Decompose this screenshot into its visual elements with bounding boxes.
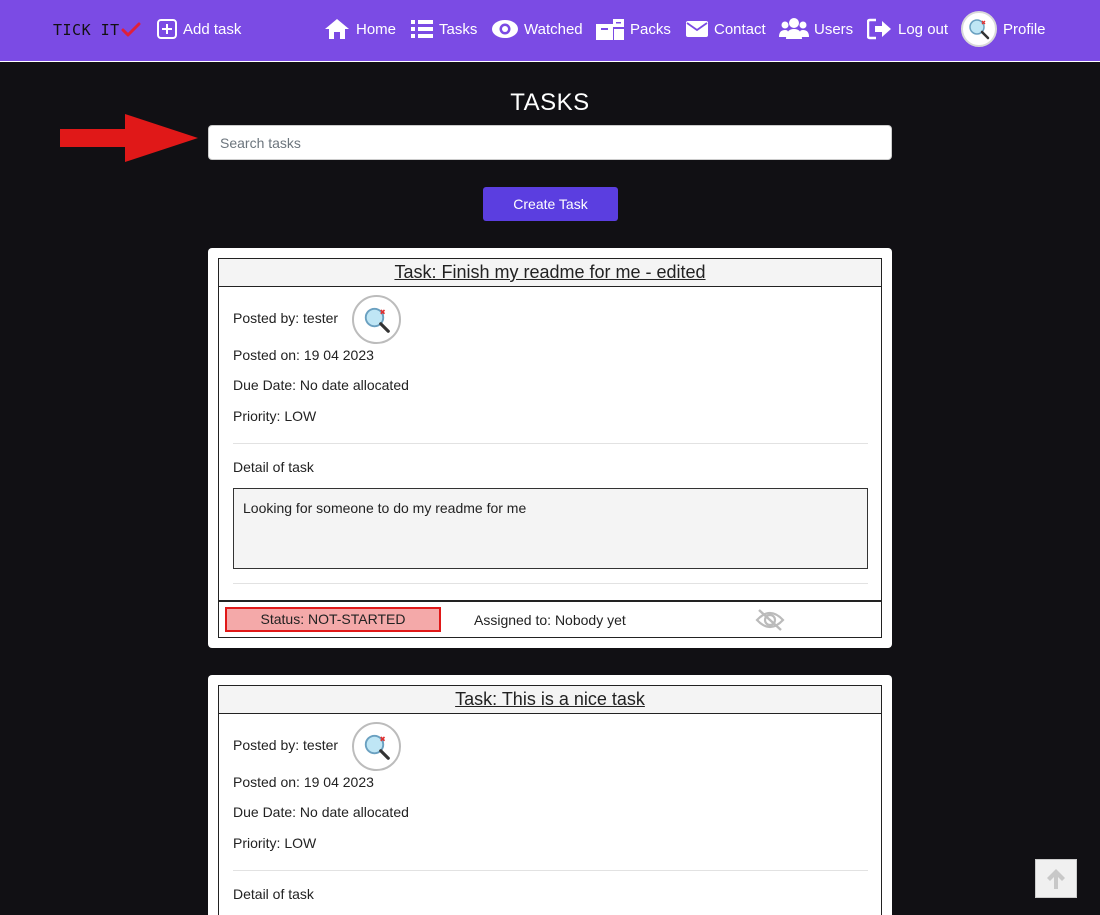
nav-logout[interactable]: Log out [867,15,948,43]
status-badge: Status: NOT-STARTED [225,607,441,632]
task-card-inner: Task: This is a nice task Posted by: tes… [218,685,882,915]
posted-by: Posted by: tester [233,737,339,753]
posted-on: Posted on: 19 04 2023 [233,774,374,790]
nav-contact-label: Contact [714,20,766,38]
task-card: Task: Finish my readme for me - edited P… [208,248,892,648]
avatar [961,11,997,47]
task-title[interactable]: Task: Finish my readme for me - edited [219,259,881,287]
create-task-button[interactable]: Create Task [483,187,618,221]
nav-profile-label: Profile [1003,20,1046,38]
users-icon [779,17,809,41]
posted-by: Posted by: tester [233,310,339,326]
priority: Priority: LOW [233,835,317,851]
task-card: Task: This is a nice task Posted by: tes… [208,675,892,915]
avatar[interactable] [352,295,401,344]
detail-label: Detail of task [233,459,314,475]
priority: Priority: LOW [233,408,317,424]
due-date: Due Date: No date allocated [233,377,409,393]
nav-logout-label: Log out [898,20,949,38]
nav-add-task[interactable]: Add task [156,15,241,43]
envelope-icon [685,19,709,39]
nav-add-task-label: Add task [183,20,242,38]
nav-users[interactable]: Users [779,15,853,43]
nav-home-label: Home [356,20,397,38]
list-icon [410,18,434,40]
divider [233,583,868,584]
nav-tasks-label: Tasks [439,20,478,38]
nav-watched-label: Watched [524,20,583,38]
nav-packs[interactable]: Packs [595,15,671,43]
nav-watched[interactable]: Watched [491,15,583,43]
sign-out-icon [867,18,893,40]
detail-label: Detail of task [233,886,314,902]
red-arrow-icon [60,114,198,162]
search-input[interactable] [208,125,892,160]
task-title[interactable]: Task: This is a nice task [219,686,881,714]
divider [233,870,868,871]
avatar[interactable] [352,722,401,771]
page-title: TASKS [510,89,590,116]
due-date: Due Date: No date allocated [233,804,409,820]
navbar: TICK IT Add task Home Tasks Watched Pack… [0,0,1100,62]
nav-home[interactable]: Home [323,15,396,43]
divider [233,443,868,444]
task-footer: Status: NOT-STARTED Assigned to: Nobody … [219,600,881,637]
plus-square-icon [156,18,178,40]
home-icon [323,17,351,41]
task-detail: Looking for someone to do my readme for … [233,488,868,569]
eye-icon [491,18,519,40]
task-body: Posted by: tester Posted on: 19 04 2023 … [219,287,881,600]
nav-profile[interactable]: Profile [961,11,1046,47]
checkmark-icon [121,22,141,37]
posted-on: Posted on: 19 04 2023 [233,347,374,363]
assigned-to: Assigned to: Nobody yet [474,612,626,628]
task-card-inner: Task: Finish my readme for me - edited P… [218,258,882,638]
nav-tasks[interactable]: Tasks [410,15,477,43]
task-body: Posted by: tester Posted on: 19 04 2023 … [219,714,881,915]
boxes-icon [595,16,625,42]
eye-slash-icon[interactable] [755,608,785,632]
brand-text: TICK IT [53,21,120,39]
nav-contact[interactable]: Contact [685,15,766,43]
arrow-up-icon [1047,868,1065,889]
scroll-top-button[interactable] [1035,859,1077,898]
nav-packs-label: Packs [630,20,671,38]
nav-users-label: Users [814,20,854,38]
brand-logo[interactable]: TICK IT [53,20,141,40]
